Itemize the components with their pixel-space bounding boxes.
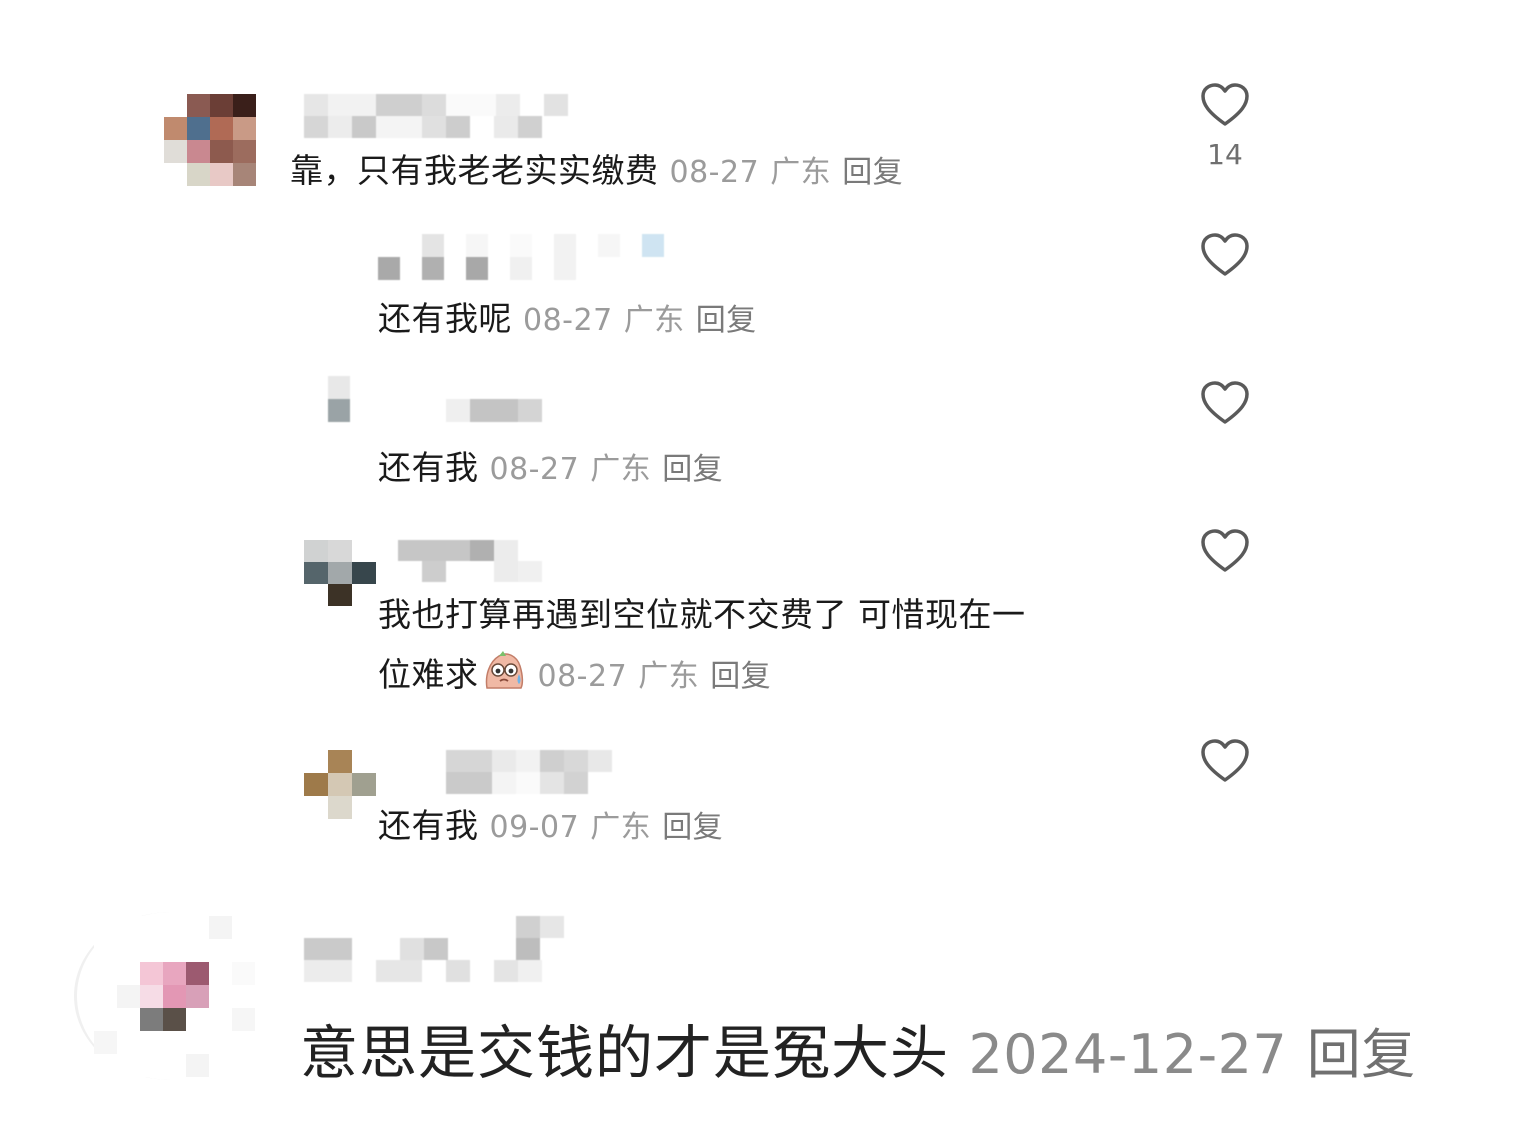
username-blurred[interactable] <box>328 376 542 422</box>
reply-button[interactable]: 回复 <box>710 659 771 694</box>
avatar[interactable] <box>304 540 376 606</box>
avatar[interactable] <box>304 750 376 819</box>
comment-location: 广东 <box>623 303 685 338</box>
comment-date: 08-27 <box>669 155 760 190</box>
comment-date: 08-27 <box>537 659 628 694</box>
sweat-face-emoji <box>481 648 527 694</box>
comment-text: 我也打算再遇到空位就不交费了 可惜现在一 <box>378 595 1026 634</box>
comment-date: 08-27 <box>489 452 580 487</box>
heart-outline-icon <box>1201 739 1249 782</box>
comment-location: 广东 <box>638 659 700 694</box>
avatar[interactable] <box>164 94 256 186</box>
heart-outline-icon <box>1201 233 1249 276</box>
reply-button[interactable]: 回复 <box>842 155 903 190</box>
like-button[interactable]: 14 <box>1196 82 1254 171</box>
reply-button[interactable]: 回复 <box>696 303 757 338</box>
comment-body: 还有我 08-27 广东 回复 <box>378 441 723 489</box>
comment-location: 广东 <box>590 810 652 845</box>
comment-text: 意思是交钱的才是冤大头 <box>300 1019 950 1087</box>
username-blurred[interactable] <box>304 94 568 138</box>
heart-outline-icon <box>1201 83 1249 126</box>
comment-body: 还有我 09-07 广东 回复 <box>378 799 723 847</box>
comment-text: 还有我呢 <box>378 299 512 338</box>
heart-outline-icon <box>1201 529 1249 572</box>
reply-button[interactable]: 回复 <box>662 810 723 845</box>
comment-location: 广东 <box>770 155 832 190</box>
comment-body: 意思是交钱的才是冤大头 2024-12-27 回复 <box>300 1006 1416 1090</box>
comment-body-line2: 位难求 08-27 广东 回复 <box>378 648 771 696</box>
like-count: 14 <box>1207 138 1243 171</box>
comment-date: 09-07 <box>489 810 580 845</box>
comment-body: 靠，只有我老老实实缴费 08-27 广东 回复 <box>290 144 903 192</box>
like-button[interactable] <box>1196 528 1254 574</box>
reply-button[interactable]: 回复 <box>1307 1023 1416 1086</box>
comment-text: 还有我 <box>378 806 479 845</box>
username-blurred[interactable] <box>306 234 686 280</box>
username-blurred[interactable] <box>398 540 542 582</box>
comment-body: 还有我呢 08-27 广东 回复 <box>378 292 757 340</box>
comment-text: 位难求 <box>378 655 479 694</box>
like-button[interactable] <box>1196 380 1254 426</box>
comment-location: 广东 <box>590 452 652 487</box>
avatar[interactable] <box>94 916 255 1077</box>
comment-text: 靠，只有我老老实实缴费 <box>290 151 659 190</box>
comment-date: 08-27 <box>523 303 613 338</box>
heart-outline-icon <box>1201 381 1249 424</box>
username-blurred[interactable] <box>446 750 612 794</box>
comment-date: 2024-12-27 <box>968 1023 1288 1086</box>
like-button[interactable] <box>1196 232 1254 278</box>
username-blurred[interactable] <box>304 916 566 982</box>
comment-body-line1: 我也打算再遇到空位就不交费了 可惜现在一 <box>378 588 1026 636</box>
reply-button[interactable]: 回复 <box>662 452 723 487</box>
comment-text: 还有我 <box>378 448 479 487</box>
like-button[interactable] <box>1196 738 1254 784</box>
